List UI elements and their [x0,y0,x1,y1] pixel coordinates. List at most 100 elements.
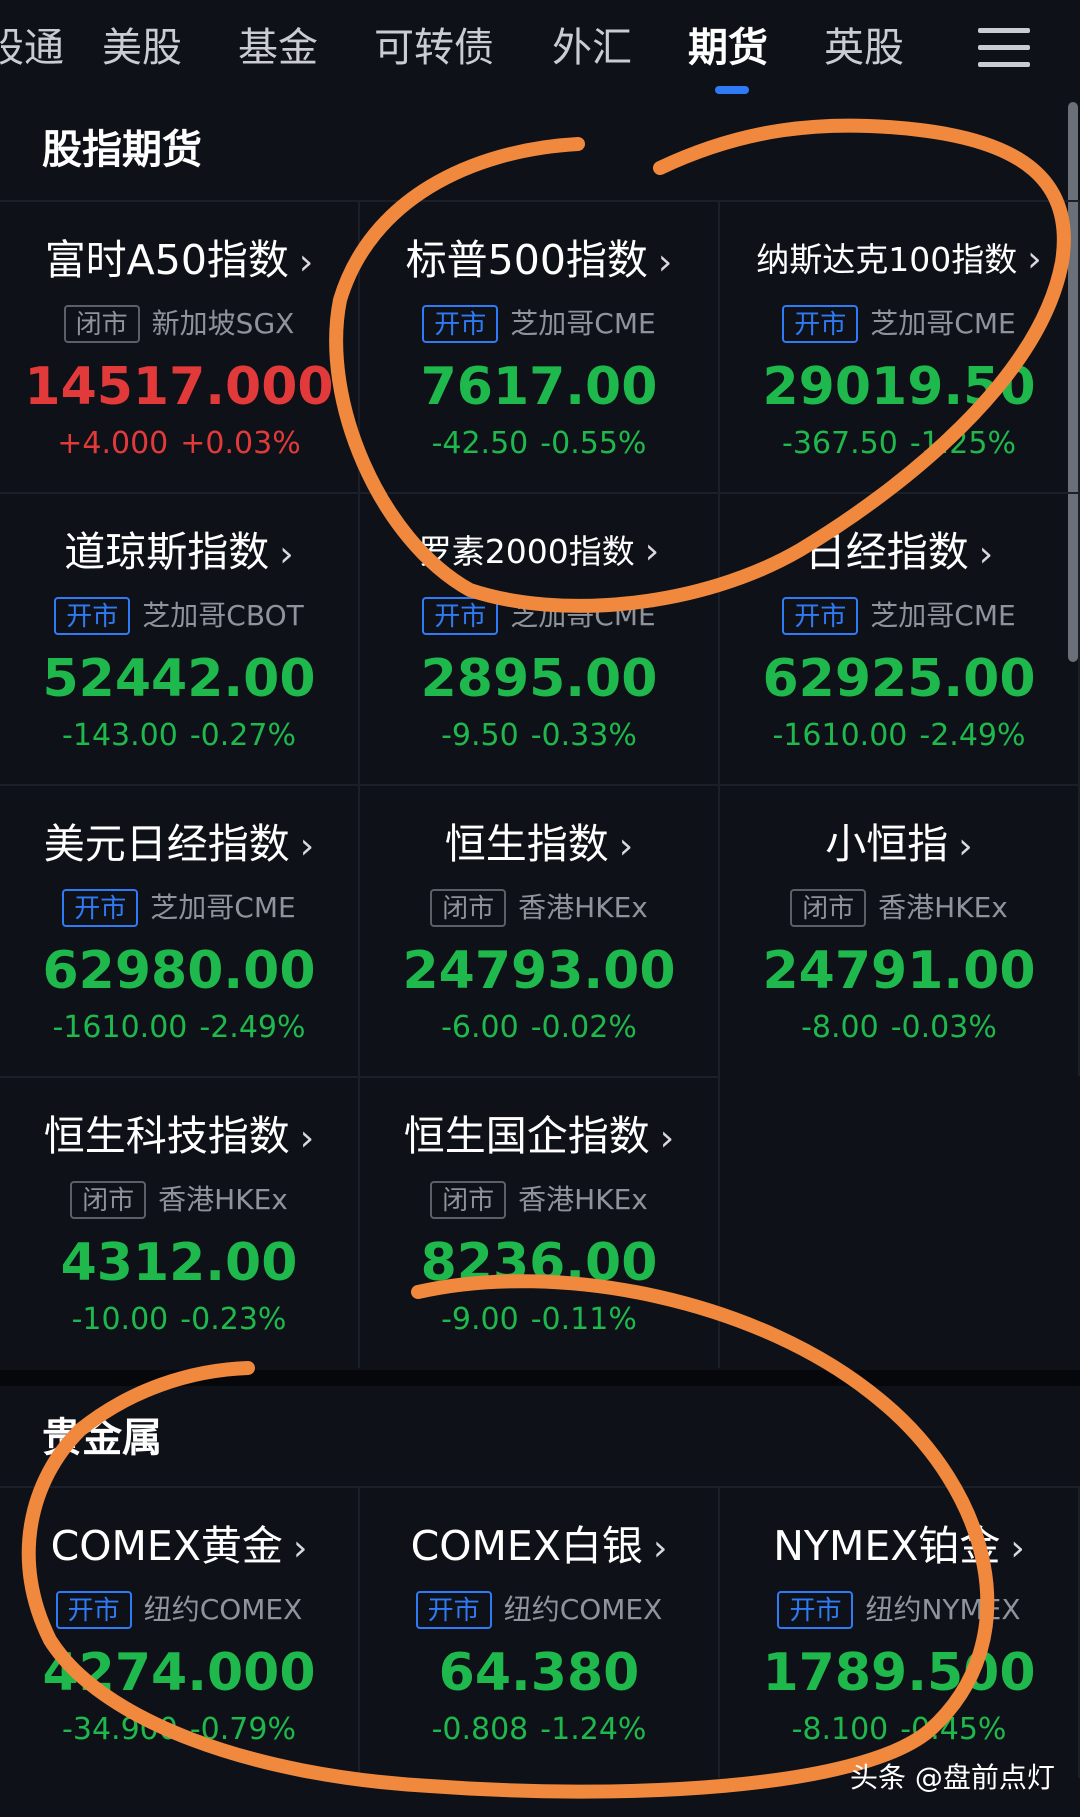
last-price: 24791.00 [762,941,1036,1001]
chevron-right-icon: › [657,242,673,283]
quote-cell[interactable]: 富时A50指数 › 闭市 新加坡SGX 14517.000 +4.000 +0.03% [0,200,360,492]
price-change: -10.00 -0.23% [0,1300,358,1340]
change-value: -34.900 [62,1712,178,1747]
market-status-badge: 开市 [422,305,499,343]
market-status-badge: 闭市 [63,305,140,343]
quote-cell[interactable]: NYMEX铂金 › 开市 纽约NYMEX 1789.500 -8.100 -0.45% [720,1486,1080,1778]
market-status-badge: 开市 [55,1591,132,1629]
exchange-label: 芝加哥CME [870,307,1016,340]
market-status-badge: 开市 [415,1591,492,1629]
change-value: -1610.00 [772,718,908,753]
exchange-label: 新加坡SGX [151,307,295,340]
active-tab-indicator [715,86,749,94]
quote-cell[interactable]: COMEX白银 › 开市 纽约COMEX 64.380 -0.808 -1.24% [360,1486,720,1778]
change-value: -6.00 [441,1010,519,1045]
quote-cell[interactable]: 恒生科技指数 › 闭市 香港HKEx 4312.00 -10.00 -0.23% [0,1076,360,1368]
market-meta: 闭市 香港HKEx [720,886,1078,928]
quote-cell[interactable]: 纳斯达克100指数 › 开市 芝加哥CME 29019.50 -367.50 -1.25% [720,200,1080,492]
quote-cell[interactable]: 道琼斯指数 › 开市 芝加哥CBOT 52442.00 -143.00 -0.27% [0,492,360,784]
market-meta: 闭市 香港HKEx [0,1178,358,1220]
tab-funds[interactable]: 基金 [238,20,318,76]
change-percent: -2.49% [919,718,1026,753]
market-meta: 开市 芝加哥CBOT [0,594,358,636]
price-change: -0.808 -1.24% [360,1710,718,1750]
change-percent: -0.45% [900,1712,1007,1747]
quote-cell[interactable]: 罗素2000指数 › 开市 芝加哥CME 2895.00 -9.50 -0.33% [360,492,720,784]
exchange-label: 香港HKEx [518,1183,648,1216]
change-value: +4.000 [57,426,169,461]
exchange-label: 香港HKEx [878,891,1008,924]
chevron-right-icon: › [298,242,314,283]
market-meta: 开市 芝加哥CME [720,594,1078,636]
price-change: -8.00 -0.03% [720,1008,1078,1048]
market-status-badge: 开市 [777,1591,854,1629]
quote-cell[interactable]: 恒生指数 › 闭市 香港HKEx 24793.00 -6.00 -0.02% [360,784,720,1076]
market-meta: 开市 纽约NYMEX [720,1588,1078,1630]
exchange-label: 纽约COMEX [143,1593,303,1626]
instrument-name: 富时A50指数 › [0,232,358,288]
instrument-name: 纳斯达克100指数 › [720,232,1078,288]
price-change: -34.900 -0.79% [0,1710,358,1750]
change-percent: -0.27% [189,718,296,753]
instrument-name: 美元日经指数 › [0,816,358,872]
tab-us-stocks[interactable]: 美股 [102,20,182,76]
instrument-name: COMEX黄金 › [0,1518,358,1574]
last-price: 1789.500 [762,1643,1036,1703]
price-change: -42.50 -0.55% [360,424,718,464]
price-change: +4.000 +0.03% [0,424,358,464]
tab-uk-stocks[interactable]: 英股 [824,20,904,76]
market-status-badge: 开市 [62,889,139,927]
last-price: 62980.00 [42,941,316,1001]
exchange-label: 芝加哥CME [870,599,1016,632]
change-value: -8.100 [791,1712,889,1747]
last-price: 4274.000 [42,1643,316,1703]
market-meta: 开市 芝加哥CME [360,302,718,344]
price-change: -8.100 -0.45% [720,1710,1078,1750]
tab-futures[interactable]: 期货 [688,20,768,76]
market-status-badge: 闭市 [70,1181,147,1219]
price-change: -9.50 -0.33% [360,716,718,756]
chevron-right-icon: › [1027,239,1042,280]
change-percent: -0.03% [890,1010,997,1045]
price-change: -1610.00 -2.49% [0,1008,358,1048]
quote-cell[interactable]: 日经指数 › 开市 芝加哥CME 62925.00 -1610.00 -2.49% [720,492,1080,784]
last-price: 7617.00 [420,357,658,417]
menu-icon[interactable] [978,26,1030,70]
quote-cell[interactable]: 小恒指 › 闭市 香港HKEx 24791.00 -8.00 -0.03% [720,784,1080,1076]
market-meta: 闭市 新加坡SGX [0,302,358,344]
instrument-name: 恒生国企指数 › [360,1108,718,1164]
exchange-label: 纽约NYMEX [865,1593,1021,1626]
quote-cell[interactable]: 恒生国企指数 › 闭市 香港HKEx 8236.00 -9.00 -0.11% [360,1076,720,1368]
last-price: 2895.00 [420,649,658,709]
tab-convertible-bonds[interactable]: 可转债 [374,20,494,76]
section-title-precious-metals: 贵金属 [42,1415,162,1461]
tab-stock-connect[interactable]: 股通 [0,20,64,76]
price-change: -367.50 -1.25% [720,424,1078,464]
change-percent: -0.55% [540,426,647,461]
change-percent: -1.24% [540,1712,647,1747]
exchange-label: 芝加哥CME [150,891,296,924]
chevron-right-icon: › [652,1528,668,1569]
market-tab-bar: 股通 美股 基金 可转债 外汇 期货 英股 [0,0,1080,98]
change-percent: -0.33% [530,718,637,753]
instrument-name: 恒生科技指数 › [0,1108,358,1164]
tab-forex[interactable]: 外汇 [552,20,632,76]
quote-cell[interactable]: 美元日经指数 › 开市 芝加哥CME 62980.00 -1610.00 -2.49% [0,784,360,1076]
chevron-right-icon: › [978,534,994,575]
market-meta: 开市 芝加哥CME [720,302,1078,344]
quote-cell[interactable]: COMEX黄金 › 开市 纽约COMEX 4274.000 -34.900 -0.79% [0,1486,360,1778]
exchange-label: 香港HKEx [518,891,648,924]
futures-screen: 股通 美股 基金 可转债 外汇 期货 英股 股指期货 富时A50指数 › 闭市 新加坡… [0,0,1080,1817]
change-value: -9.00 [441,1302,519,1337]
quote-cell[interactable]: 标普500指数 › 开市 芝加哥CME 7617.00 -42.50 -0.55% [360,200,720,492]
market-meta: 开市 纽约COMEX [0,1588,358,1630]
exchange-label: 芝加哥CME [510,599,656,632]
change-percent: -0.02% [530,1010,637,1045]
instrument-name: 恒生指数 › [360,816,718,872]
market-status-badge: 开市 [54,597,131,635]
change-value: -367.50 [782,426,898,461]
chevron-right-icon: › [279,534,294,575]
chevron-right-icon: › [299,826,315,867]
exchange-label: 芝加哥CME [510,307,656,340]
price-change: -143.00 -0.27% [0,716,358,756]
